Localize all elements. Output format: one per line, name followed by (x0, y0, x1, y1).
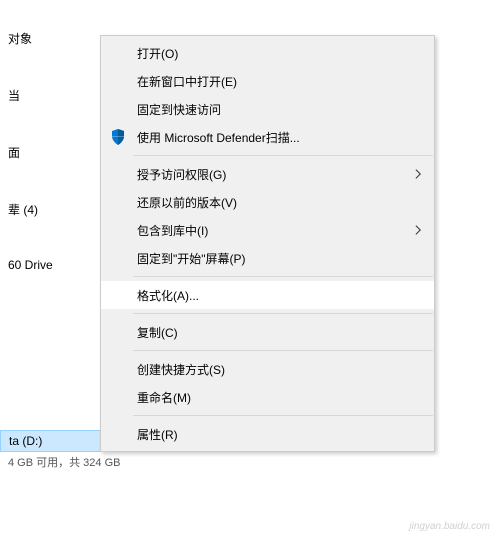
menu-item-label: 在新窗口中打开(E) (137, 73, 404, 90)
menu-item[interactable]: 授予访问权限(G) (101, 160, 434, 188)
menu-item[interactable]: 复制(C) (101, 318, 434, 346)
shield-icon (109, 128, 127, 146)
menu-item[interactable]: 固定到快速访问 (101, 95, 434, 123)
menu-separator (133, 415, 433, 416)
menu-separator (133, 155, 433, 156)
menu-item-label: 格式化(A)... (137, 287, 404, 304)
drive-storage-info: 4 GB 可用，共 324 GB (0, 452, 225, 472)
menu-item-label: 还原以前的版本(V) (137, 194, 404, 211)
menu-item-label: 复制(C) (137, 324, 404, 341)
menu-item[interactable]: 包含到库中(I) (101, 216, 434, 244)
menu-item[interactable]: 使用 Microsoft Defender扫描... (101, 123, 434, 151)
menu-item-label: 重命名(M) (137, 389, 404, 406)
menu-separator (133, 350, 433, 351)
menu-item[interactable]: 还原以前的版本(V) (101, 188, 434, 216)
menu-item[interactable]: 重命名(M) (101, 383, 434, 411)
menu-item[interactable]: 打开(O) (101, 39, 434, 67)
menu-item-label: 创建快捷方式(S) (137, 361, 404, 378)
menu-item[interactable]: 固定到"开始"屏幕(P) (101, 244, 434, 272)
menu-item[interactable]: 格式化(A)... (101, 281, 434, 309)
chevron-right-icon (415, 225, 422, 236)
menu-item-label: 打开(O) (137, 45, 404, 62)
menu-item-label: 授予访问权限(G) (137, 166, 404, 183)
menu-item[interactable]: 在新窗口中打开(E) (101, 67, 434, 95)
menu-item-label: 固定到快速访问 (137, 101, 404, 118)
menu-item[interactable]: 属性(R) (101, 420, 434, 448)
menu-item-label: 属性(R) (137, 426, 404, 443)
menu-separator (133, 313, 433, 314)
menu-item-label: 包含到库中(I) (137, 222, 404, 239)
menu-item-label: 固定到"开始"屏幕(P) (137, 250, 404, 267)
menu-separator (133, 276, 433, 277)
context-menu: 打开(O) 在新窗口中打开(E) 固定到快速访问 使用 Microsoft Defe… (100, 35, 435, 452)
chevron-right-icon (415, 169, 422, 180)
menu-item[interactable]: 创建快捷方式(S) (101, 355, 434, 383)
menu-item-label: 使用 Microsoft Defender扫描... (137, 129, 404, 146)
watermark: jingyan.baidu.com (409, 521, 490, 532)
